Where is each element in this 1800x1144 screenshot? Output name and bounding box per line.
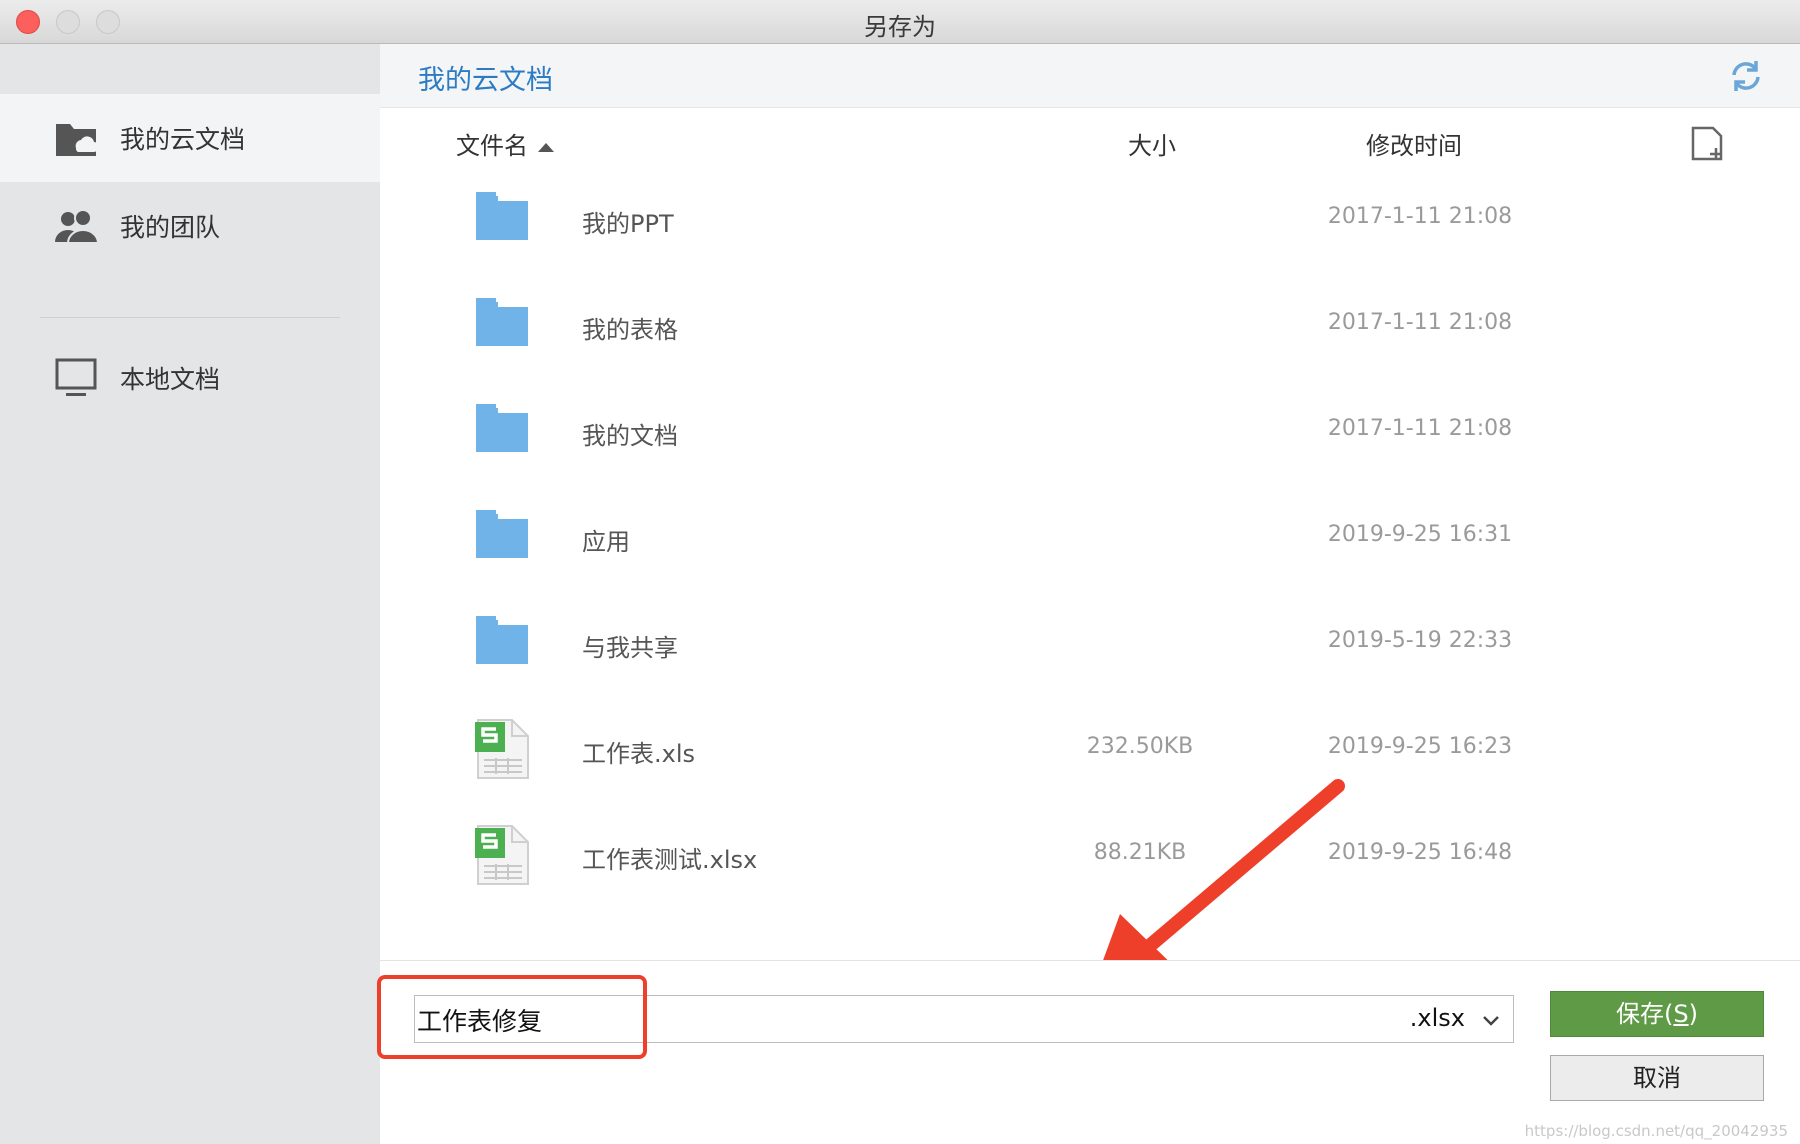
cancel-button[interactable]: 取消 — [1550, 1055, 1764, 1101]
cloud-folder-icon — [54, 116, 98, 160]
filename-field: .xlsx — [414, 995, 1514, 1044]
breadcrumb: 我的云文档 — [380, 44, 1800, 108]
list-item[interactable]: 我的表格 2017-1-11 21:08 — [380, 272, 1800, 378]
folder-icon — [474, 400, 530, 462]
sidebar-item-label: 本地文档 — [120, 365, 221, 394]
list-item[interactable]: 工作表测试.xlsx 88.21KB 2019-9-25 16:48 — [380, 802, 1800, 908]
spreadsheet-file-icon — [474, 824, 530, 886]
column-header-name[interactable]: 文件名 — [456, 126, 554, 161]
save-button[interactable]: 保存(S) — [1550, 991, 1764, 1037]
sort-ascending-icon — [538, 142, 554, 152]
folder-icon — [474, 188, 530, 250]
list-item[interactable]: 应用 2019-9-25 16:31 — [380, 484, 1800, 590]
save-bar: .xlsx 保存(S) 取消 https://blog.csdn.net/qq_… — [377, 960, 1800, 1144]
file-name: 我的PPT — [582, 210, 674, 238]
file-list: 我的PPT 2017-1-11 21:08 我的表格 2017-1-11 21:… — [380, 166, 1800, 908]
file-name: 我的文档 — [582, 422, 678, 450]
list-item[interactable]: 我的PPT 2017-1-11 21:08 — [380, 166, 1800, 272]
file-name: 我的表格 — [582, 316, 678, 344]
new-folder-icon[interactable] — [1690, 124, 1728, 162]
column-header-modified[interactable]: 修改时间 — [1366, 126, 1462, 161]
folder-icon — [474, 506, 530, 568]
sidebar-item-team[interactable]: 我的团队 — [0, 182, 380, 270]
file-modified: 2017-1-11 21:08 — [1327, 204, 1513, 229]
file-browser: 我的云文档 文件名 大小 修改时间 我的PPT 2017-1-11 21:08 … — [377, 44, 1800, 1144]
sidebar-item-label: 我的团队 — [120, 213, 221, 242]
file-name: 工作表测试.xlsx — [582, 846, 758, 874]
team-icon — [54, 204, 98, 248]
save-as-dialog: 另存为 我的云文档 我的团队 本地文档 我的云文档 文件名 大小 修改时间 我的… — [0, 0, 1800, 1144]
file-modified: 2019-9-25 16:23 — [1327, 734, 1513, 759]
file-modified: 2019-9-25 16:48 — [1327, 840, 1513, 865]
file-type-select[interactable]: .xlsx — [1410, 1004, 1465, 1032]
window-title: 另存为 — [864, 13, 936, 41]
folder-icon — [474, 612, 530, 674]
folder-icon — [474, 294, 530, 356]
breadcrumb-cloud-docs[interactable]: 我的云文档 — [418, 58, 553, 97]
filename-input[interactable] — [415, 996, 1319, 1044]
chevron-down-icon[interactable] — [1479, 1008, 1503, 1032]
sidebar-divider — [40, 317, 340, 318]
sidebar-item-label: 我的云文档 — [120, 125, 246, 154]
monitor-icon — [54, 356, 98, 400]
sidebar: 我的云文档 我的团队 本地文档 — [0, 44, 380, 1144]
file-name: 工作表.xls — [582, 740, 696, 768]
file-modified: 2017-1-11 21:08 — [1327, 416, 1513, 441]
column-header-size[interactable]: 大小 — [1128, 126, 1176, 161]
refresh-icon[interactable] — [1728, 58, 1764, 94]
list-item[interactable]: 与我共享 2019-5-19 22:33 — [380, 590, 1800, 696]
watermark: https://blog.csdn.net/qq_20042935 — [1524, 1122, 1788, 1140]
file-name: 应用 — [582, 528, 630, 556]
list-item[interactable]: 工作表.xls 232.50KB 2019-9-25 16:23 — [380, 696, 1800, 802]
sidebar-item-local-docs[interactable]: 本地文档 — [0, 334, 380, 422]
list-item[interactable]: 我的文档 2017-1-11 21:08 — [380, 378, 1800, 484]
title-bar: 另存为 — [0, 0, 1800, 44]
file-modified: 2019-5-19 22:33 — [1327, 628, 1513, 653]
spreadsheet-file-icon — [474, 718, 530, 780]
file-modified: 2017-1-11 21:08 — [1327, 310, 1513, 335]
sidebar-item-cloud-docs[interactable]: 我的云文档 — [0, 94, 380, 182]
file-name: 与我共享 — [582, 634, 678, 662]
file-modified: 2019-9-25 16:31 — [1327, 522, 1513, 547]
